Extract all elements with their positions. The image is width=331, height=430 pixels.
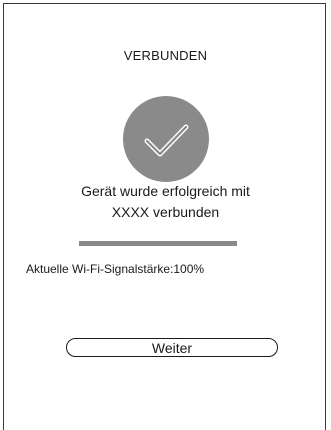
- signal-strength: Aktuelle Wi-Fi-Signalstärke:100%: [26, 262, 204, 276]
- signal-strength-label: Aktuelle Wi-Fi-Signalstärke:: [26, 262, 174, 276]
- connection-progress-fill: [79, 241, 237, 246]
- success-message-line-2: XXXX verbunden: [111, 204, 220, 220]
- success-badge: [123, 96, 209, 182]
- check-icon: [144, 124, 189, 157]
- success-message: Gerät wurde erfolgreich mit XXXX verbund…: [0, 181, 331, 223]
- status-title: VERBUNDEN: [123, 48, 208, 63]
- connection-progress-bar: [79, 241, 237, 246]
- continue-button[interactable]: Weiter: [66, 338, 278, 357]
- success-message-line-1: Gerät wurde erfolgreich mit: [81, 183, 250, 199]
- signal-strength-value: 100%: [173, 262, 205, 276]
